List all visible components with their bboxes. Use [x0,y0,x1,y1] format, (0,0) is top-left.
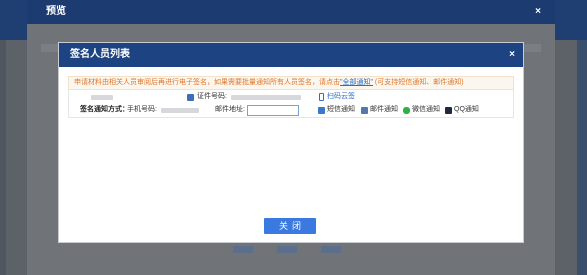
signer-list-dialog: 签名人员列表 × 申请材料由相关人员审阅后再进行电子签名，如果需要批量通知所有人… [58,42,524,243]
id-number-redacted [231,95,301,100]
sms-notify-option[interactable]: 短信通知 [327,104,355,116]
id-card-icon [187,94,194,101]
notice-text-after: (可支持短信通知、邮件通知) [372,79,464,86]
wechat-icon [403,107,410,114]
id-number-label: 证件号码: [197,93,227,100]
email-notify-option[interactable]: 邮件通知 [370,104,398,116]
scan-sign-link[interactable]: 扫码云签 [327,91,355,103]
email-label: 邮件地址: [215,106,245,113]
signer-row-line2: 签名通知方式： 手机号码: 邮件地址: 短信通知 邮件通知 微信通知 QQ通知 [69,104,513,116]
email-icon [361,107,368,114]
ghost-button [233,246,253,253]
wechat-notify-option[interactable]: 微信通知 [412,104,440,116]
notify-method-label: 签名通知方式： [80,106,129,113]
notice-banner: 申请材料由相关人员审阅后再进行电子签名，如果需要批量通知所有人员签名，请点击"全… [68,76,514,90]
qq-notify-option[interactable]: QQ通知 [454,104,479,116]
notice-text: 申请材料由相关人员审阅后再进行电子签名，如果需要批量通知所有人员签名，请点击 [74,79,340,86]
signer-row: 证件号码: 扫码云签 签名通知方式： 手机号码: 邮件地址: 短信通知 邮件通知… [68,90,514,118]
email-field[interactable] [247,105,299,116]
ghost-button [277,246,297,253]
phone-redacted [161,108,199,113]
ghost-button [321,246,341,253]
preview-dialog-title: 预览 [27,0,555,24]
signer-list-close-icon[interactable]: × [509,43,515,67]
qq-icon [445,107,452,114]
preview-close-icon[interactable]: × [535,0,541,24]
phone-icon [319,93,324,101]
signer-row-line1: 证件号码: 扫码云签 [69,91,513,103]
background-left-edge [0,40,6,275]
signer-name-redacted [91,95,113,100]
sms-icon [318,107,325,114]
close-button[interactable]: 关闭 [264,218,316,234]
notify-all-link[interactable]: "全部通知" [340,79,373,86]
phone-label: 手机号码: [127,106,157,113]
background-right-edge [577,40,587,275]
signer-list-title: 签名人员列表 [59,43,523,67]
